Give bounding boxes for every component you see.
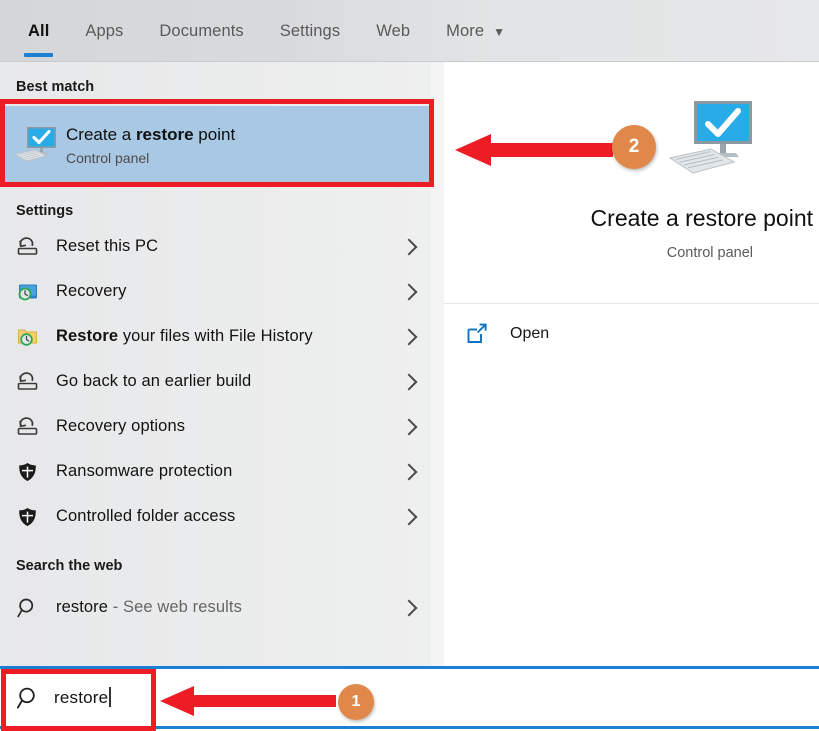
shield-icon xyxy=(0,505,56,529)
preview-open-label: Open xyxy=(510,325,550,342)
chevron-right-icon xyxy=(387,373,431,390)
search-filter-tabbar: All Apps Documents Settings Web More ▼ xyxy=(0,0,819,62)
list-item-label-rest: your files with File History xyxy=(118,327,313,345)
chevron-down-icon: ▼ xyxy=(493,25,506,39)
list-item-label: Go back to an earlier build xyxy=(56,372,252,390)
search-the-web-heading: Search the web xyxy=(16,558,123,574)
tab-documents[interactable]: Documents xyxy=(141,0,261,62)
chevron-right-icon xyxy=(387,418,431,435)
tab-apps-label: Apps xyxy=(85,21,124,40)
tab-web-label: Web xyxy=(376,21,411,40)
preview-open-action[interactable]: Open xyxy=(444,311,819,357)
web-query-text: restore xyxy=(56,598,109,616)
list-item-go-back-earlier-build[interactable]: Go back to an earlier build xyxy=(0,359,431,404)
search-icon xyxy=(0,685,54,711)
search-bar[interactable]: restore xyxy=(0,666,819,729)
restore-point-monitor-icon xyxy=(666,98,758,187)
open-external-icon xyxy=(444,323,510,345)
chevron-right-icon xyxy=(387,508,431,525)
tab-all[interactable]: All xyxy=(10,0,67,62)
windows-search-panel: All Apps Documents Settings Web More ▼ B… xyxy=(0,0,819,731)
list-item-recovery-options[interactable]: Recovery options xyxy=(0,404,431,449)
preview-subtitle: Control panel xyxy=(666,245,753,261)
list-item-reset-this-pc[interactable]: Reset this PC xyxy=(0,224,431,269)
preview-title: Create a restore point xyxy=(590,205,813,231)
list-item-web-search[interactable]: restore - See web results xyxy=(0,585,431,630)
list-item-label: Controlled folder access xyxy=(56,507,236,525)
tab-more[interactable]: More ▼ xyxy=(428,0,523,62)
reset-pc-icon xyxy=(0,370,56,394)
preview-header: Create a restore point Control panel xyxy=(444,75,819,303)
bm-title-pre: Create a xyxy=(66,124,136,144)
list-item-label: Ransomware protection xyxy=(56,462,233,480)
list-item-recovery[interactable]: Recovery xyxy=(0,269,431,314)
tab-list: All Apps Documents Settings Web More ▼ xyxy=(0,0,523,62)
tab-all-label: All xyxy=(28,21,50,40)
annotation-badge-2: 2 xyxy=(612,125,656,169)
tab-apps[interactable]: Apps xyxy=(67,0,141,62)
list-item-restore-files-file-history[interactable]: Restore your files with File History xyxy=(0,314,431,359)
list-item-controlled-folder-access[interactable]: Controlled folder access xyxy=(0,494,431,539)
chevron-right-icon xyxy=(387,283,431,300)
best-match-result[interactable]: Create a restore point Control panel xyxy=(0,106,431,184)
tab-documents-label: Documents xyxy=(159,21,244,40)
tab-settings[interactable]: Settings xyxy=(262,0,358,62)
preview-divider xyxy=(444,303,819,304)
results-panel: Best match Create a restore point Contro… xyxy=(0,62,431,666)
annotation-badge-1: 1 xyxy=(338,684,374,720)
list-item-label: restore - See web results xyxy=(56,598,387,617)
search-icon xyxy=(0,596,56,620)
bm-title-bold: restore xyxy=(135,124,194,144)
chevron-right-icon xyxy=(387,599,431,616)
tab-web[interactable]: Web xyxy=(358,0,428,62)
search-input[interactable]: restore xyxy=(54,687,111,708)
search-input-value: restore xyxy=(54,688,109,707)
best-match-title: Create a restore point xyxy=(66,124,235,145)
badge-1-number: 1 xyxy=(351,693,361,710)
best-match-text: Create a restore point Control panel xyxy=(66,124,235,166)
list-item-label: Recovery options xyxy=(56,417,186,435)
recovery-clock-icon xyxy=(0,280,56,304)
list-item-label: Recovery xyxy=(56,282,127,300)
reset-pc-icon xyxy=(0,235,56,259)
chevron-right-icon xyxy=(387,463,431,480)
best-match-heading: Best match xyxy=(16,79,95,95)
file-history-icon xyxy=(0,325,56,349)
chevron-right-icon xyxy=(387,238,431,255)
list-item-label: Reset this PC xyxy=(56,237,159,255)
list-item-ransomware-protection[interactable]: Ransomware protection xyxy=(0,449,431,494)
restore-point-monitor-icon xyxy=(0,125,66,165)
reset-pc-icon xyxy=(0,415,56,439)
chevron-right-icon xyxy=(387,328,431,345)
tab-settings-label: Settings xyxy=(279,21,341,40)
text-cursor-icon xyxy=(109,687,111,707)
bm-title-post: point xyxy=(193,124,236,144)
list-item-label-bold: Restore xyxy=(56,327,119,345)
best-match-subtitle: Control panel xyxy=(66,150,150,167)
badge-2-number: 2 xyxy=(628,136,640,157)
settings-heading: Settings xyxy=(16,203,74,219)
web-query-suffix: - See web results xyxy=(108,598,242,616)
list-item-label: Restore your files with File History xyxy=(56,327,387,346)
shield-icon xyxy=(0,460,56,484)
panel-gap xyxy=(431,62,444,666)
tab-more-label: More xyxy=(446,21,485,40)
